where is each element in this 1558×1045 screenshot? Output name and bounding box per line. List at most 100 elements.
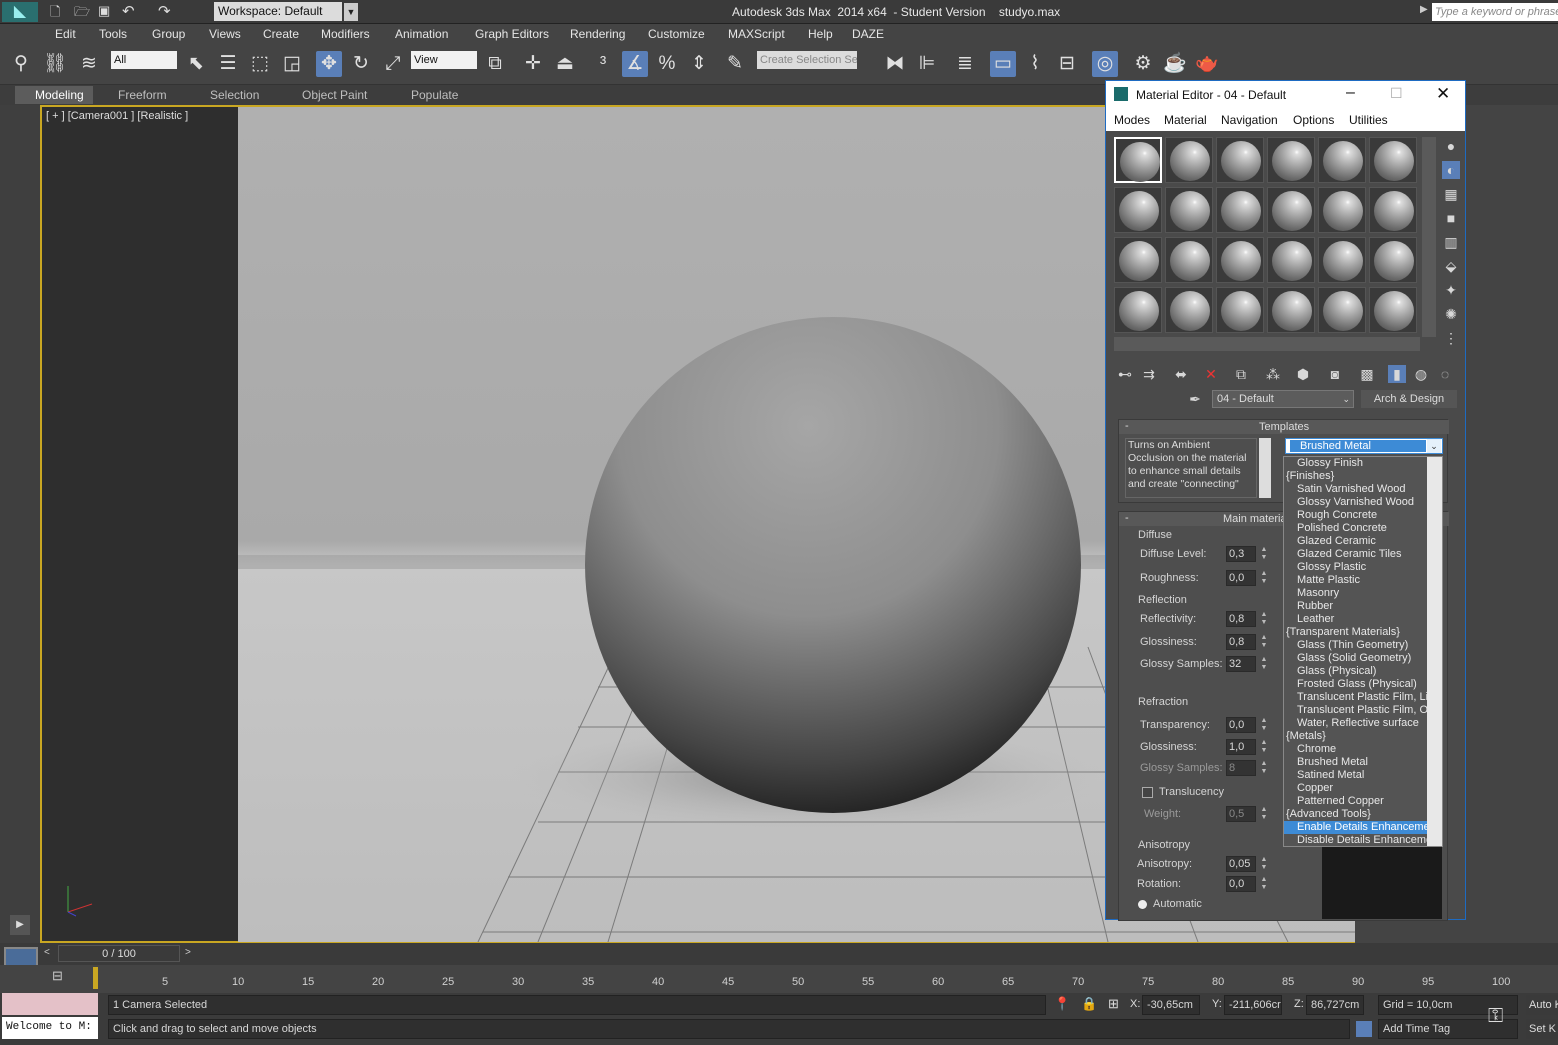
keyboard-shortcut-icon[interactable]: ⏏ bbox=[552, 51, 578, 77]
material-menu-modes[interactable]: Modes bbox=[1114, 113, 1150, 127]
edit-named-selection-icon[interactable]: ✎ bbox=[722, 51, 748, 77]
z-coord-field[interactable]: 86,727cm bbox=[1306, 995, 1364, 1015]
time-tag-icon[interactable] bbox=[1356, 1021, 1372, 1037]
material-map-navigator-icon[interactable]: ⋮ bbox=[1442, 329, 1460, 347]
put-to-library-icon[interactable]: ⬢ bbox=[1294, 365, 1312, 383]
template-option[interactable]: Glossy Finish bbox=[1284, 457, 1442, 470]
graphite-ribbon-icon[interactable]: ▭ bbox=[990, 51, 1016, 77]
diffuse-level-field[interactable]: 0,3 bbox=[1226, 546, 1256, 562]
slots-hscrollbar[interactable] bbox=[1114, 337, 1420, 351]
reflection-samples-spinner[interactable]: ▲ ▼ bbox=[1259, 656, 1269, 672]
show-in-viewport-icon[interactable]: ▩ bbox=[1358, 365, 1376, 383]
go-forward-sibling-icon[interactable]: ◌ bbox=[1436, 365, 1454, 383]
translucency-checkbox[interactable] bbox=[1142, 787, 1153, 798]
menu-edit[interactable]: Edit bbox=[55, 27, 76, 41]
assign-to-selection-icon[interactable]: ⬌ bbox=[1172, 365, 1190, 383]
track-bar[interactable]: ⊟ 5 10 15 20 25 30 35 40 45 50 55 60 65 70 75 80 85 90 95 1… bbox=[0, 965, 1558, 993]
ribbon-tab-selection[interactable]: Selection bbox=[210, 88, 259, 102]
menu-rendering[interactable]: Rendering bbox=[570, 27, 625, 41]
sample-slot[interactable] bbox=[1165, 237, 1213, 283]
snaps-toggle-icon[interactable]: ³ bbox=[590, 51, 616, 77]
sample-slot[interactable] bbox=[1216, 287, 1264, 333]
template-option[interactable]: Chrome bbox=[1284, 743, 1442, 756]
absolute-mode-icon[interactable]: ⊞ bbox=[1108, 996, 1119, 1012]
template-option[interactable]: Translucent Plastic Film, Lig bbox=[1284, 691, 1442, 704]
transparency-field[interactable]: 0,0 bbox=[1226, 717, 1256, 733]
material-type-button[interactable]: Arch & Design bbox=[1361, 390, 1457, 408]
manipulate-icon[interactable]: ✛ bbox=[520, 51, 546, 77]
sample-slot[interactable] bbox=[1267, 237, 1315, 283]
go-to-parent-icon[interactable]: ◍ bbox=[1412, 365, 1430, 383]
make-copy-icon[interactable]: ⧉ bbox=[1232, 365, 1250, 383]
maxscript-listener-output[interactable]: Welcome to M: bbox=[2, 1017, 98, 1039]
eyedropper-icon[interactable]: ✒ bbox=[1186, 390, 1204, 408]
maxscript-mini-listener[interactable] bbox=[2, 993, 98, 1015]
angle-snap-icon[interactable]: ∡ bbox=[622, 51, 648, 77]
template-option[interactable]: Copper bbox=[1284, 782, 1442, 795]
set-key-button[interactable]: Set K bbox=[1526, 1019, 1558, 1039]
time-next-icon[interactable]: > bbox=[185, 947, 191, 958]
template-category[interactable]: {Transparent Materials} bbox=[1284, 626, 1442, 639]
sample-slot[interactable] bbox=[1216, 237, 1264, 283]
roughness-spinner[interactable]: ▲ ▼ bbox=[1259, 570, 1269, 586]
sample-slot[interactable] bbox=[1267, 287, 1315, 333]
render-production-icon[interactable]: 🫖 bbox=[1194, 51, 1220, 77]
anisotropy-spinner[interactable]: ▲ ▼ bbox=[1259, 856, 1269, 872]
refraction-glossiness-field[interactable]: 1,0 bbox=[1226, 739, 1256, 755]
material-menu-material[interactable]: Material bbox=[1164, 113, 1207, 127]
menu-group[interactable]: Group bbox=[152, 27, 185, 41]
uv-tiling-icon[interactable]: ■ bbox=[1442, 209, 1460, 227]
reflection-glossiness-field[interactable]: 0,8 bbox=[1226, 634, 1256, 650]
sample-slot[interactable] bbox=[1165, 287, 1213, 333]
reflectivity-field[interactable]: 0,8 bbox=[1226, 611, 1256, 627]
reflectivity-spinner[interactable]: ▲ ▼ bbox=[1259, 611, 1269, 627]
template-dropdown-list[interactable]: Glossy Finish {Finishes} Satin Varnished W… bbox=[1283, 456, 1443, 847]
sample-slot[interactable] bbox=[1318, 137, 1366, 183]
slots-scrollbar[interactable] bbox=[1422, 137, 1436, 337]
menu-views[interactable]: Views bbox=[209, 27, 241, 41]
time-prev-icon[interactable]: < bbox=[44, 947, 50, 958]
sample-slot[interactable] bbox=[1165, 137, 1213, 183]
rotation-spinner[interactable]: ▲ ▼ bbox=[1259, 876, 1269, 892]
ribbon-tab-populate[interactable]: Populate bbox=[411, 88, 458, 102]
select-object-icon[interactable]: ⬉ bbox=[183, 51, 209, 77]
menu-tools[interactable]: Tools bbox=[99, 27, 127, 41]
sample-slot[interactable] bbox=[1216, 187, 1264, 233]
template-option[interactable]: Water, Reflective surface bbox=[1284, 717, 1442, 730]
make-unique-icon[interactable]: ⁂ bbox=[1264, 365, 1282, 383]
material-menu-navigation[interactable]: Navigation bbox=[1221, 113, 1278, 127]
select-and-link-icon[interactable]: ⚲ bbox=[8, 51, 34, 77]
bind-spacewarp-icon[interactable]: ≋ bbox=[76, 51, 102, 77]
render-setup-icon[interactable]: ⚙ bbox=[1130, 51, 1156, 77]
sample-slot[interactable] bbox=[1318, 287, 1366, 333]
material-menu-options[interactable]: Options bbox=[1293, 113, 1334, 127]
select-and-rotate-icon[interactable]: ↻ bbox=[348, 51, 374, 77]
template-option[interactable]: Masonry bbox=[1284, 587, 1442, 600]
menu-customize[interactable]: Customize bbox=[648, 27, 705, 41]
template-option[interactable]: Polished Concrete bbox=[1284, 522, 1442, 535]
weight-spinner[interactable]: ▲ ▼ bbox=[1259, 806, 1269, 822]
roughness-field[interactable]: 0,0 bbox=[1226, 570, 1256, 586]
sample-slot[interactable] bbox=[1369, 187, 1417, 233]
menu-graph-editors[interactable]: Graph Editors bbox=[475, 27, 549, 41]
rotation-field[interactable]: 0,0 bbox=[1226, 876, 1256, 892]
ribbon-tab-freeform[interactable]: Freeform bbox=[118, 88, 167, 102]
background-icon[interactable]: ▦ bbox=[1442, 185, 1460, 203]
refraction-glossiness-spinner[interactable]: ▲ ▼ bbox=[1259, 739, 1269, 755]
diffuse-level-spinner[interactable]: ▲ ▼ bbox=[1259, 546, 1269, 562]
sample-slot[interactable] bbox=[1216, 137, 1264, 183]
close-icon[interactable]: ✕ bbox=[1436, 84, 1450, 104]
put-to-scene-icon[interactable]: ⇉ bbox=[1140, 365, 1158, 383]
sample-slot[interactable] bbox=[1318, 237, 1366, 283]
reset-map-icon[interactable]: ✕ bbox=[1202, 365, 1220, 383]
reflection-samples-field[interactable]: 32 bbox=[1226, 656, 1256, 672]
chevron-down-icon[interactable]: ▼ bbox=[344, 3, 358, 21]
reference-coordinate-dropdown[interactable]: View bbox=[411, 51, 477, 69]
spinner-snap-icon[interactable]: ⇕ bbox=[686, 51, 712, 77]
template-option[interactable]: Satined Metal bbox=[1284, 769, 1442, 782]
video-color-check-icon[interactable]: ▥ bbox=[1442, 233, 1460, 251]
template-option[interactable]: Glazed Ceramic bbox=[1284, 535, 1442, 548]
template-option[interactable]: Disable Details Enhanceme bbox=[1284, 834, 1442, 846]
template-option[interactable]: Glazed Ceramic Tiles bbox=[1284, 548, 1442, 561]
rendered-frame-window-icon[interactable]: ☕ bbox=[1162, 51, 1188, 77]
